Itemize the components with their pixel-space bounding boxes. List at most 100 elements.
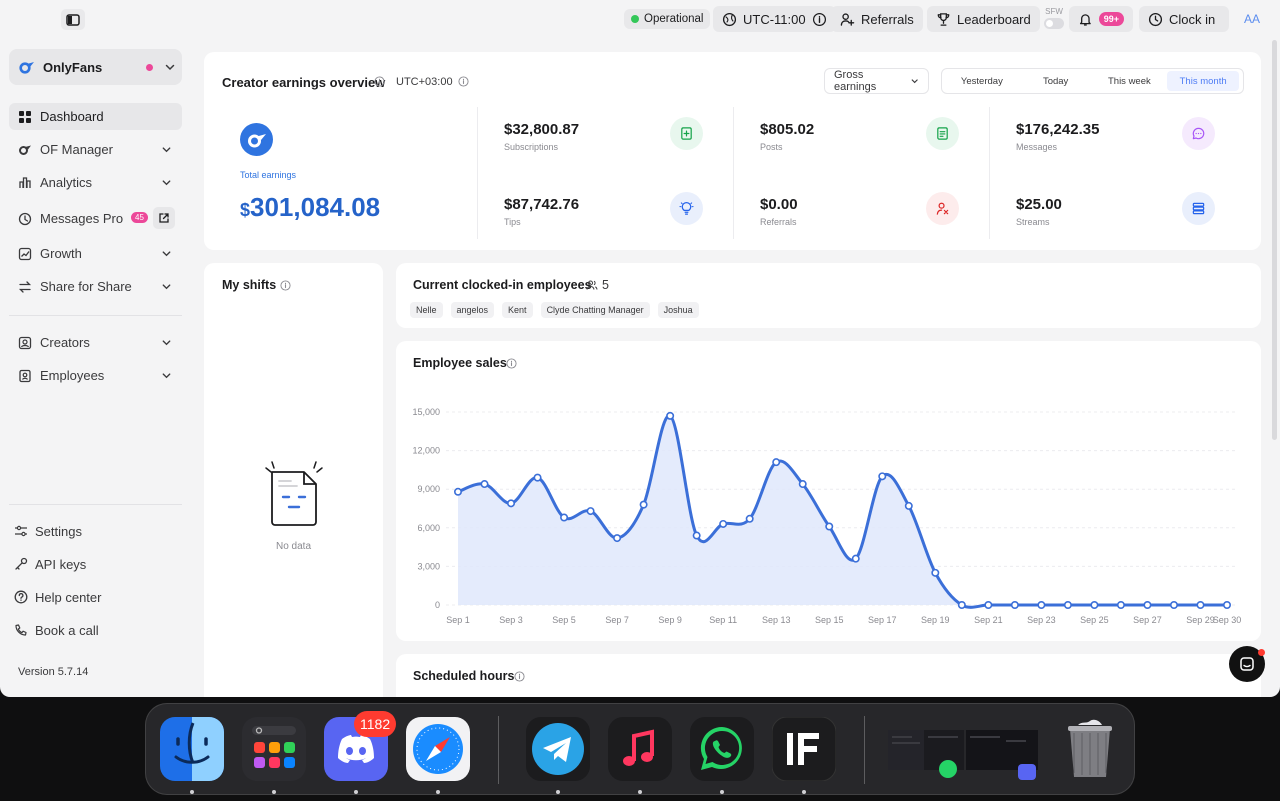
onlyfans-logo-icon — [240, 123, 273, 156]
y-tick-label: 9,000 — [417, 484, 440, 494]
stat-subscriptions: $32,800.87 Subscriptions — [504, 117, 744, 171]
api-keys-link[interactable]: API keys — [14, 554, 86, 574]
employee-chip[interactable]: angelos — [450, 302, 495, 318]
earnings-type-select[interactable]: Gross earnings — [824, 68, 929, 94]
sales-point — [692, 531, 701, 540]
sidebar-item-share-for-share[interactable]: Share for Share — [9, 273, 182, 300]
book-call-link[interactable]: Book a call — [14, 620, 99, 640]
launchpad-icon[interactable] — [242, 717, 306, 781]
scrollbar[interactable] — [1272, 40, 1277, 440]
sales-point — [825, 522, 834, 531]
y-tick-label: 12,000 — [412, 446, 440, 456]
safari-icon[interactable] — [406, 717, 470, 781]
employee-chips: Nelle angelos Kent Clyde Chatting Manage… — [410, 302, 699, 318]
stat-tips: $87,742.76 Tips — [504, 192, 744, 246]
swap-icon — [18, 280, 32, 293]
period-today[interactable]: Today — [1020, 71, 1092, 91]
sales-point — [878, 472, 887, 481]
employee-chip[interactable]: Joshua — [657, 302, 699, 318]
timezone-button[interactable]: UTC-11:00 — [713, 6, 836, 32]
trash-icon[interactable] — [1058, 717, 1122, 781]
info-icon[interactable] — [458, 76, 469, 87]
info-icon[interactable] — [280, 280, 291, 291]
clocked-in-title: Current clocked-in employees — [413, 278, 592, 292]
period-this-month[interactable]: This month — [1167, 71, 1239, 91]
stat-label: Posts — [760, 142, 783, 152]
help-icon — [14, 590, 28, 604]
stat-value: $87,742.76 — [504, 196, 580, 213]
sidebar-item-label: Share for Share — [40, 279, 132, 294]
sidebar-item-creators[interactable]: Creators — [9, 329, 182, 356]
document-icon — [926, 117, 959, 150]
sales-point — [1090, 600, 1099, 609]
sales-point — [1010, 600, 1019, 609]
total-earnings-label: Total earnings — [240, 170, 297, 180]
info-icon[interactable] — [514, 671, 525, 682]
employee-chip[interactable]: Clyde Chatting Manager — [540, 302, 650, 318]
whatsapp-icon[interactable] — [690, 717, 754, 781]
sidebar-item-analytics[interactable]: Analytics — [9, 169, 182, 196]
sales-point — [1063, 600, 1072, 609]
sidebar-toggle-icon[interactable] — [61, 9, 85, 30]
sfw-toggle[interactable]: SFW — [1043, 7, 1065, 31]
sidebar-item-label: Analytics — [40, 175, 93, 190]
status-badge[interactable]: Operational — [624, 9, 711, 29]
users-icon — [586, 280, 598, 290]
notifications-button[interactable]: 99+ — [1069, 6, 1133, 32]
sales-point — [931, 568, 940, 577]
chevron-down-icon — [162, 373, 171, 379]
if-app-icon[interactable] — [771, 716, 837, 782]
sales-point — [851, 554, 860, 563]
running-indicator — [436, 790, 440, 794]
messages-pro-badge: 45 — [131, 212, 148, 223]
external-link-icon[interactable] — [153, 207, 175, 229]
sidebar-item-label: OF Manager — [40, 142, 113, 157]
employee-chip[interactable]: Nelle — [410, 302, 443, 318]
earnings-type-value: Gross earnings — [834, 69, 877, 93]
info-icon[interactable] — [374, 76, 385, 87]
finder-icon[interactable] — [160, 717, 224, 781]
sales-point — [586, 507, 595, 516]
sales-point — [904, 501, 913, 510]
x-tick-label: Sep 7 — [605, 615, 629, 625]
period-this-week[interactable]: This week — [1094, 71, 1166, 91]
sfw-switch[interactable] — [1044, 18, 1064, 29]
running-indicator — [354, 790, 358, 794]
avatar[interactable]: AA — [1239, 9, 1265, 29]
chevron-down-icon — [162, 251, 171, 257]
settings-label: Settings — [35, 523, 82, 539]
onlyfans-icon — [19, 145, 31, 155]
sales-point — [480, 480, 489, 489]
x-tick-label: Sep 1 — [446, 615, 470, 625]
help-center-link[interactable]: Help center — [14, 587, 101, 607]
stat-value: $0.00 — [760, 196, 798, 213]
music-icon[interactable] — [608, 717, 672, 781]
clock-in-label: Clock in — [1169, 11, 1216, 27]
sidebar-item-messages-pro[interactable]: Messages Pro 45 — [9, 205, 182, 232]
timezone-label: UTC-11:00 — [743, 11, 806, 27]
x-tick-label: Sep 29 — [1186, 615, 1215, 625]
leaderboard-button[interactable]: Leaderboard — [927, 6, 1040, 32]
sidebar-item-employees[interactable]: Employees — [9, 362, 182, 389]
referrals-button[interactable]: Referrals — [831, 6, 923, 32]
sidebar-item-dashboard[interactable]: Dashboard — [9, 103, 182, 130]
employee-chip[interactable]: Kent — [502, 302, 533, 318]
period-yesterday[interactable]: Yesterday — [946, 71, 1018, 91]
sales-point — [772, 458, 781, 467]
y-tick-label: 0 — [435, 600, 440, 610]
sidebar-item-of-manager[interactable]: OF Manager — [9, 136, 182, 163]
x-tick-label: Sep 13 — [762, 615, 791, 625]
message-pro-icon — [18, 212, 32, 225]
sfw-label: SFW — [1045, 7, 1063, 16]
recent-window-icon[interactable] — [966, 720, 1038, 780]
referral-icon — [926, 192, 959, 225]
telegram-icon[interactable] — [526, 717, 590, 781]
x-tick-label: Sep 5 — [552, 615, 576, 625]
creator-selector[interactable]: OnlyFans — [9, 49, 182, 85]
sidebar: OnlyFans Dashboard OF Manager Analytics … — [0, 40, 191, 697]
clock-in-button[interactable]: Clock in — [1139, 6, 1229, 32]
stat-label: Subscriptions — [504, 142, 559, 152]
recent-window-icon[interactable] — [888, 720, 1037, 780]
settings-link[interactable]: Settings — [14, 521, 82, 541]
sidebar-item-growth[interactable]: Growth — [9, 240, 182, 267]
